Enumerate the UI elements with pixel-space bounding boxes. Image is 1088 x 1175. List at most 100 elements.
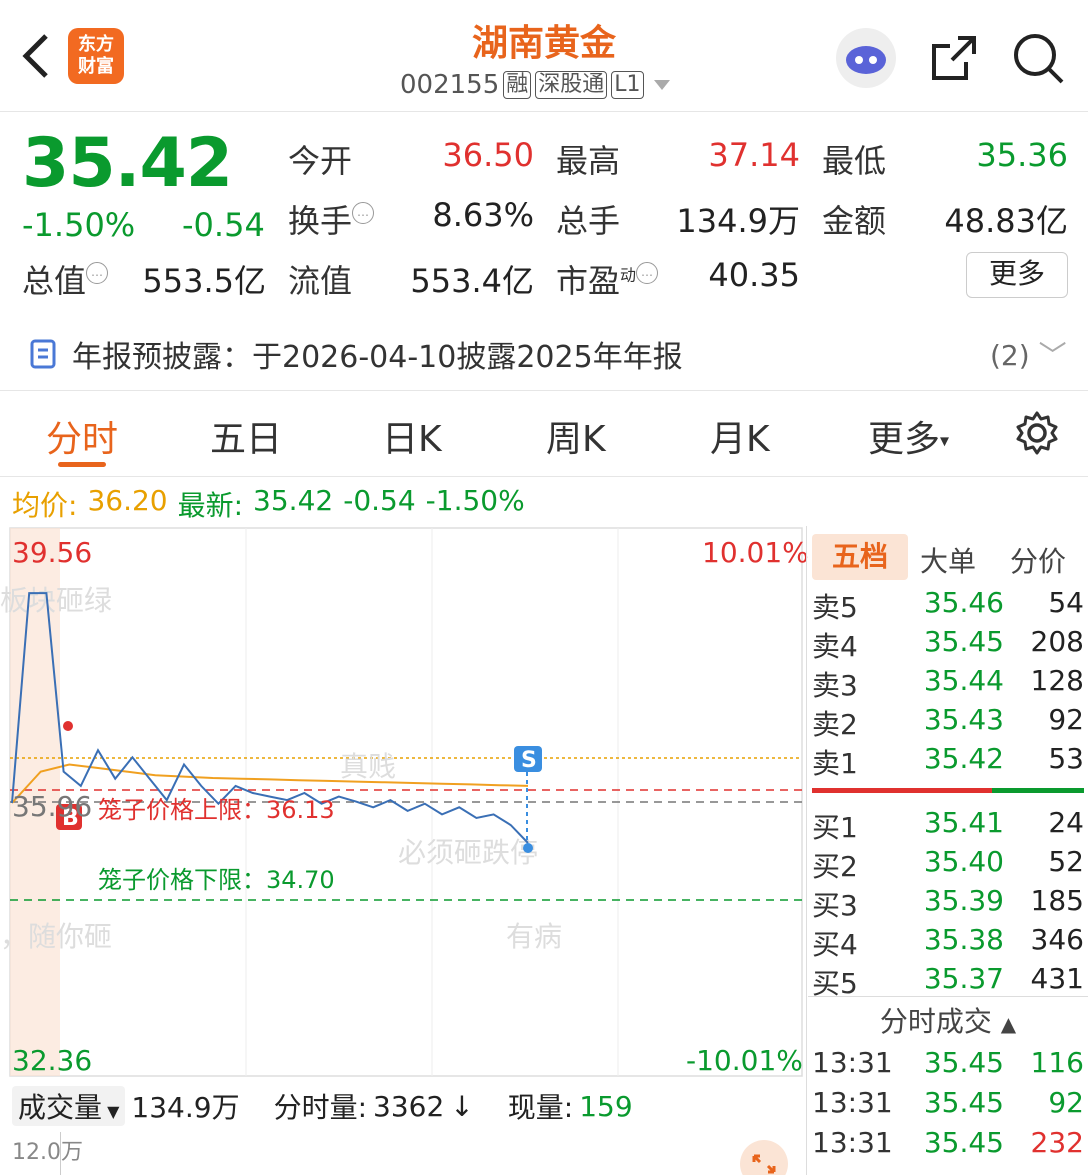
bid-label: 买4	[812, 928, 858, 961]
divider	[0, 390, 1088, 391]
ask-vol: 54	[1048, 586, 1084, 619]
mktcap-label[interactable]: 总值…	[22, 256, 109, 302]
bid-level-row[interactable]: 买5 35.37 431	[812, 962, 1084, 1000]
mktcap-value: 553.5亿	[142, 262, 266, 300]
tab-five-day[interactable]: 五日	[210, 410, 282, 462]
bid-level-row[interactable]: 买3 35.39 185	[812, 884, 1084, 922]
search-icon[interactable]	[1010, 30, 1066, 86]
bid-vol: 52	[1048, 845, 1084, 878]
tab-daily-k[interactable]: 日K	[382, 410, 442, 462]
amount-value: 48.83亿	[944, 202, 1068, 240]
notice-text: 年报预披露：于2026-04-10披露2025年年报	[72, 340, 683, 375]
latest-label: 最新:	[177, 489, 244, 522]
avg-price-bar: 均价: 36.20 最新: 35.42 -0.54 -1.50%	[12, 484, 525, 524]
divider	[0, 476, 1088, 477]
volume-bar: 成交量 ▼ 134.9万 分时量: 3362 ↓ 现量: 159	[12, 1084, 802, 1128]
high-label: 最高	[556, 142, 621, 180]
info-icon: …	[352, 202, 375, 224]
high-marker	[63, 721, 73, 731]
ref-price-label: 35.96	[12, 790, 92, 823]
bottom-price-label: 32.36	[12, 1044, 92, 1077]
bid-level-row[interactable]: 买2 35.40 52	[812, 845, 1084, 883]
gear-icon[interactable]	[1014, 410, 1060, 456]
change-percent: -1.50%	[22, 206, 136, 244]
stock-code-row[interactable]: 002155 融 深股通 L1	[400, 70, 670, 100]
tab-big-orders[interactable]: 大单	[920, 540, 976, 580]
tab-price-dist[interactable]: 分价	[1010, 540, 1066, 580]
ask-level-row[interactable]: 卖4 35.45 208	[812, 625, 1084, 663]
watermark-text: 必须砸跌停	[398, 837, 538, 868]
bid-label: 买1	[812, 811, 858, 844]
volume-label: 总手	[556, 202, 621, 240]
tab-more[interactable]: 更多▾	[868, 410, 949, 462]
turnover-label[interactable]: 换手…	[288, 196, 375, 242]
ask-level-row[interactable]: 卖1 35.42 53	[812, 742, 1084, 780]
latest-point	[523, 843, 533, 853]
ask-label: 卖3	[812, 669, 858, 702]
cage-lower-label: 笼子价格下限：34.70	[98, 866, 335, 894]
ask-label: 卖4	[812, 630, 858, 663]
bid-price: 35.40	[923, 845, 1004, 878]
low-value: 35.36	[976, 136, 1068, 174]
trade-time: 13:31	[812, 1126, 893, 1159]
tab-intraday[interactable]: 分时	[46, 410, 118, 462]
ask-price: 35.46	[923, 586, 1004, 619]
bid-vol: 185	[1030, 884, 1084, 917]
divider	[806, 526, 807, 1175]
now-volume-label: 现量:	[507, 1091, 574, 1124]
ask-vol: 128	[1030, 664, 1084, 697]
bid-label: 买2	[812, 850, 858, 883]
latest-pct: -1.50%	[425, 484, 525, 517]
current-price: 35.42	[22, 124, 233, 203]
stock-code: 002155	[400, 70, 500, 100]
ask-label: 卖2	[812, 708, 858, 741]
low-label: 最低	[822, 142, 887, 180]
stock-name: 湖南黄金	[471, 23, 616, 64]
tag-margin: 融	[503, 71, 532, 99]
robot-avatar-icon[interactable]	[836, 28, 896, 88]
bid-vol: 346	[1030, 923, 1084, 956]
notice-count[interactable]: (2) ﹀	[990, 334, 1067, 374]
bid-label: 买3	[812, 889, 858, 922]
turnover-value: 8.63%	[432, 196, 534, 234]
trade-time: 13:31	[812, 1086, 893, 1119]
more-quote-button[interactable]: 更多	[966, 252, 1068, 298]
trade-vol: 92	[1048, 1086, 1084, 1119]
tab-five-levels[interactable]: 五档	[812, 534, 908, 580]
bid-price: 35.38	[923, 923, 1004, 956]
tab-weekly-k[interactable]: 周K	[546, 410, 606, 462]
down-arrow-icon: ↓	[450, 1089, 474, 1123]
trades-header[interactable]: 分时成交 ▲	[808, 1000, 1088, 1040]
ask-vol: 208	[1030, 625, 1084, 658]
sell-marker-label: S	[521, 748, 537, 773]
info-icon: …	[86, 262, 109, 284]
info-icon: …	[636, 262, 659, 284]
expand-icon[interactable]	[740, 1140, 788, 1175]
intraday-chart[interactable]: 板块砸绿 真贱 必须砸跌停 ，随你砸 有病 S B 39.56 10.01% 3…	[0, 526, 808, 1080]
chevron-down-icon: ﹀	[1038, 339, 1067, 372]
volume-total: 134.9万	[131, 1091, 240, 1124]
trade-vol: 116	[1030, 1046, 1084, 1079]
volume-value: 134.9万	[676, 202, 800, 240]
trade-price: 35.45	[923, 1046, 1004, 1079]
change-amount: -0.54	[182, 206, 265, 244]
tab-monthly-k[interactable]: 月K	[710, 410, 770, 462]
share-icon[interactable]	[928, 32, 980, 84]
bid-level-row[interactable]: 买1 35.41 24	[812, 806, 1084, 844]
ask-level-row[interactable]: 卖2 35.43 92	[812, 703, 1084, 741]
volume-axis	[60, 1132, 61, 1175]
trade-row: 13:31 35.45 92	[812, 1086, 1084, 1119]
ask-label: 卖5	[812, 591, 858, 624]
volume-selector[interactable]: 成交量 ▼	[12, 1086, 126, 1126]
bid-level-row[interactable]: 买4 35.38 346	[812, 923, 1084, 961]
ask-level-row[interactable]: 卖5 35.46 54	[812, 586, 1084, 624]
annual-report-notice[interactable]: 年报预披露：于2026-04-10披露2025年年报	[30, 332, 683, 376]
trade-vol: 232	[1030, 1126, 1084, 1159]
watermarks: 板块砸绿 真贱 必须砸跌停 ，随你砸 有病	[0, 585, 562, 952]
minute-volume-label: 分时量:	[273, 1091, 368, 1124]
ask-level-row[interactable]: 卖3 35.44 128	[812, 664, 1084, 702]
pe-label[interactable]: 市盈动…	[556, 256, 659, 302]
bid-price: 35.37	[923, 962, 1004, 995]
ask-price: 35.42	[923, 742, 1004, 775]
latest-value: 35.42	[253, 484, 334, 517]
